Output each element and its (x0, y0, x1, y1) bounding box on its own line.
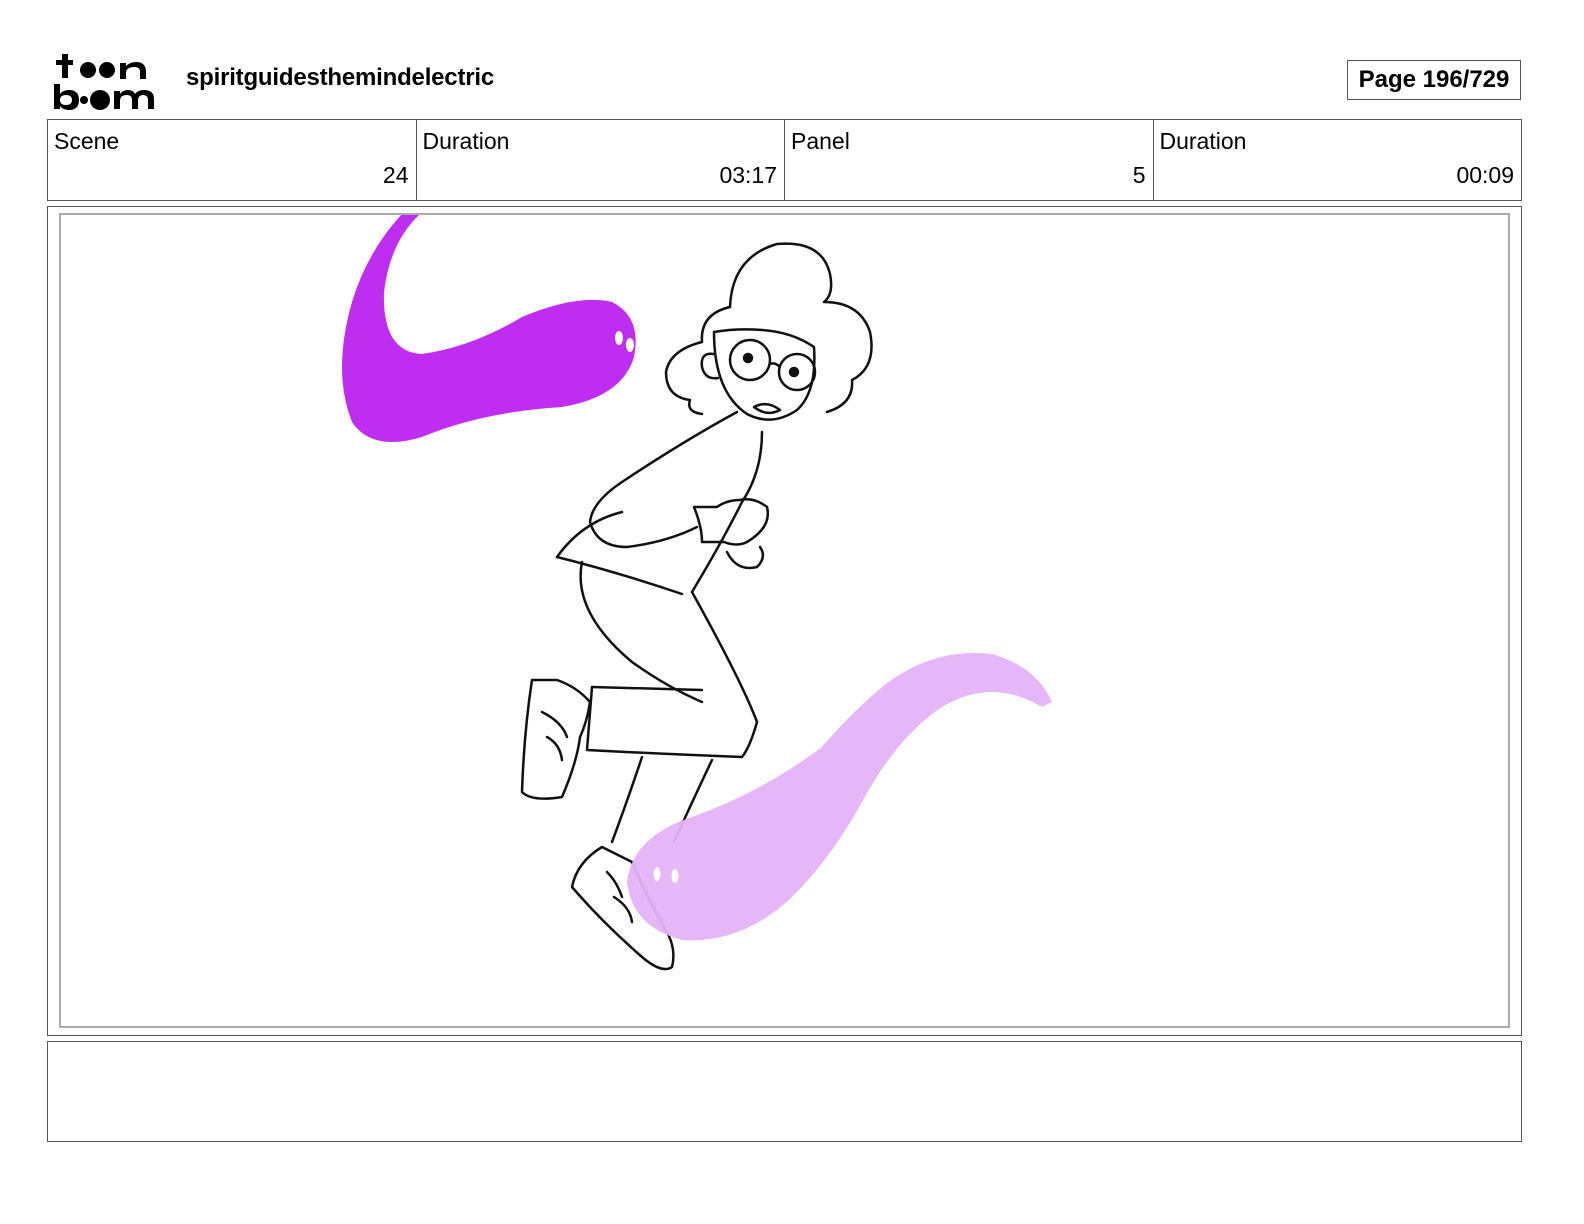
scene-duration-cell: Duration 03:17 (417, 120, 785, 200)
scene-value: 24 (382, 162, 409, 188)
spirit-dark (342, 215, 636, 442)
panel-info-table: Scene 24 Duration 03:17 Panel 5 Duration… (47, 119, 1522, 201)
panel-cell: Panel 5 (785, 120, 1154, 200)
spirit-dark-eye-2 (626, 338, 634, 352)
project-title: spiritguidesthemindelectric (186, 64, 495, 91)
page-indicator: Page 196/729 (1347, 60, 1521, 100)
panel-value: 5 (1132, 162, 1146, 188)
scene-label: Scene (54, 128, 120, 154)
panel-duration-value: 00:09 (1456, 162, 1514, 188)
toon-boom-logo (52, 50, 164, 112)
panel-artwork (59, 213, 1510, 1028)
panel-duration-label: Duration (1159, 128, 1247, 154)
spirit-light-eye-1 (653, 867, 661, 881)
panel-notes (47, 1041, 1522, 1142)
panel-label: Panel (791, 128, 850, 154)
spirit-dark-eye-1 (615, 331, 623, 345)
panel-duration-cell: Duration 00:09 (1154, 120, 1522, 200)
storyboard-drawing (342, 215, 1052, 971)
scene-cell: Scene 24 (48, 120, 417, 200)
scene-duration-value: 03:17 (719, 162, 777, 188)
spirit-light-eye-2 (671, 869, 679, 883)
scene-duration-label: Duration (422, 128, 510, 154)
